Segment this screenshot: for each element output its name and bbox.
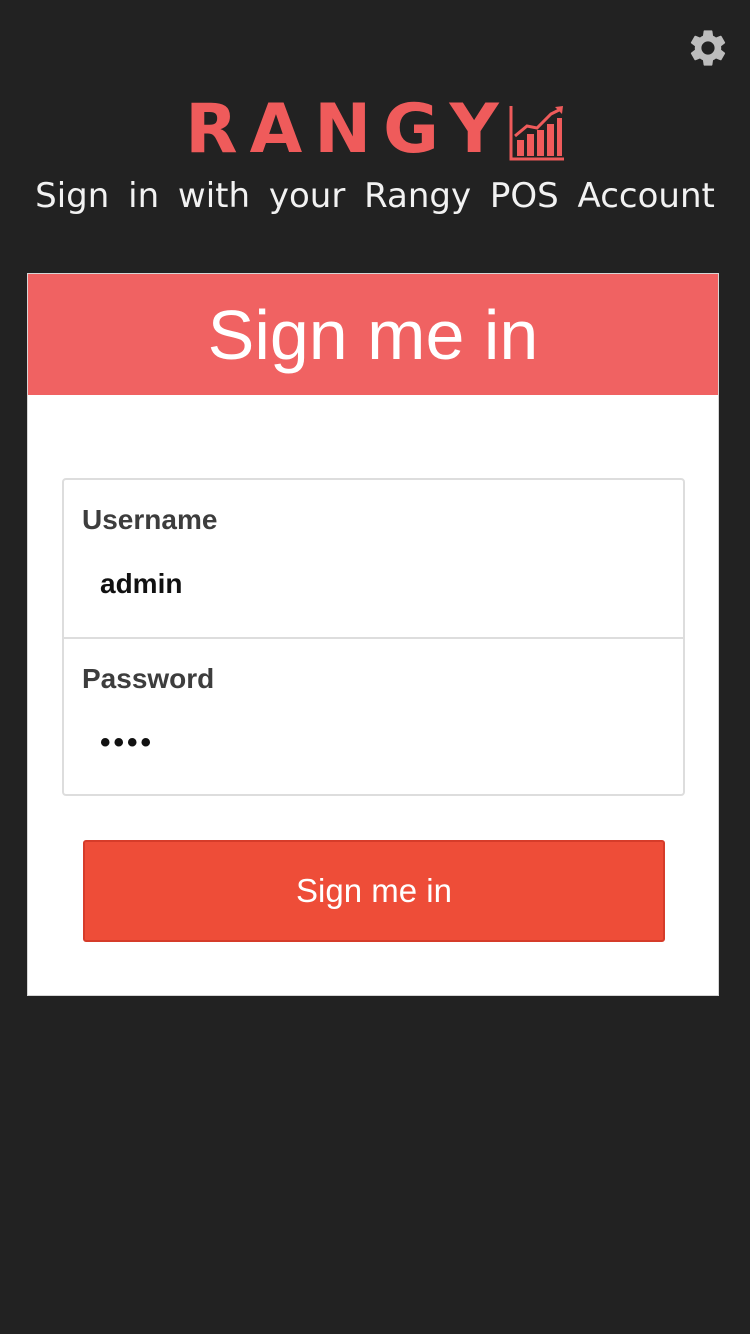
password-input[interactable]: •••• <box>84 721 644 765</box>
password-field-group: Password •••• <box>64 637 683 794</box>
rangy-logo: RANGY <box>0 96 750 164</box>
username-input[interactable] <box>84 562 644 606</box>
username-label: Username <box>82 504 218 535</box>
signin-subtitle: Sign in with your Rangy POS Account <box>35 176 715 216</box>
username-field-group: Username <box>64 480 683 637</box>
bar-chart-icon <box>507 104 565 162</box>
signin-card: Sign me in Username Password •••• Sign m… <box>27 273 719 996</box>
sign-in-button[interactable]: Sign me in <box>83 840 665 942</box>
gear-icon <box>686 26 730 70</box>
card-title: Sign me in <box>28 274 718 395</box>
login-form: Username Password •••• <box>62 478 685 796</box>
password-label: Password <box>82 663 215 694</box>
logo-text: RANGY <box>185 90 511 169</box>
settings-button[interactable] <box>686 26 730 70</box>
